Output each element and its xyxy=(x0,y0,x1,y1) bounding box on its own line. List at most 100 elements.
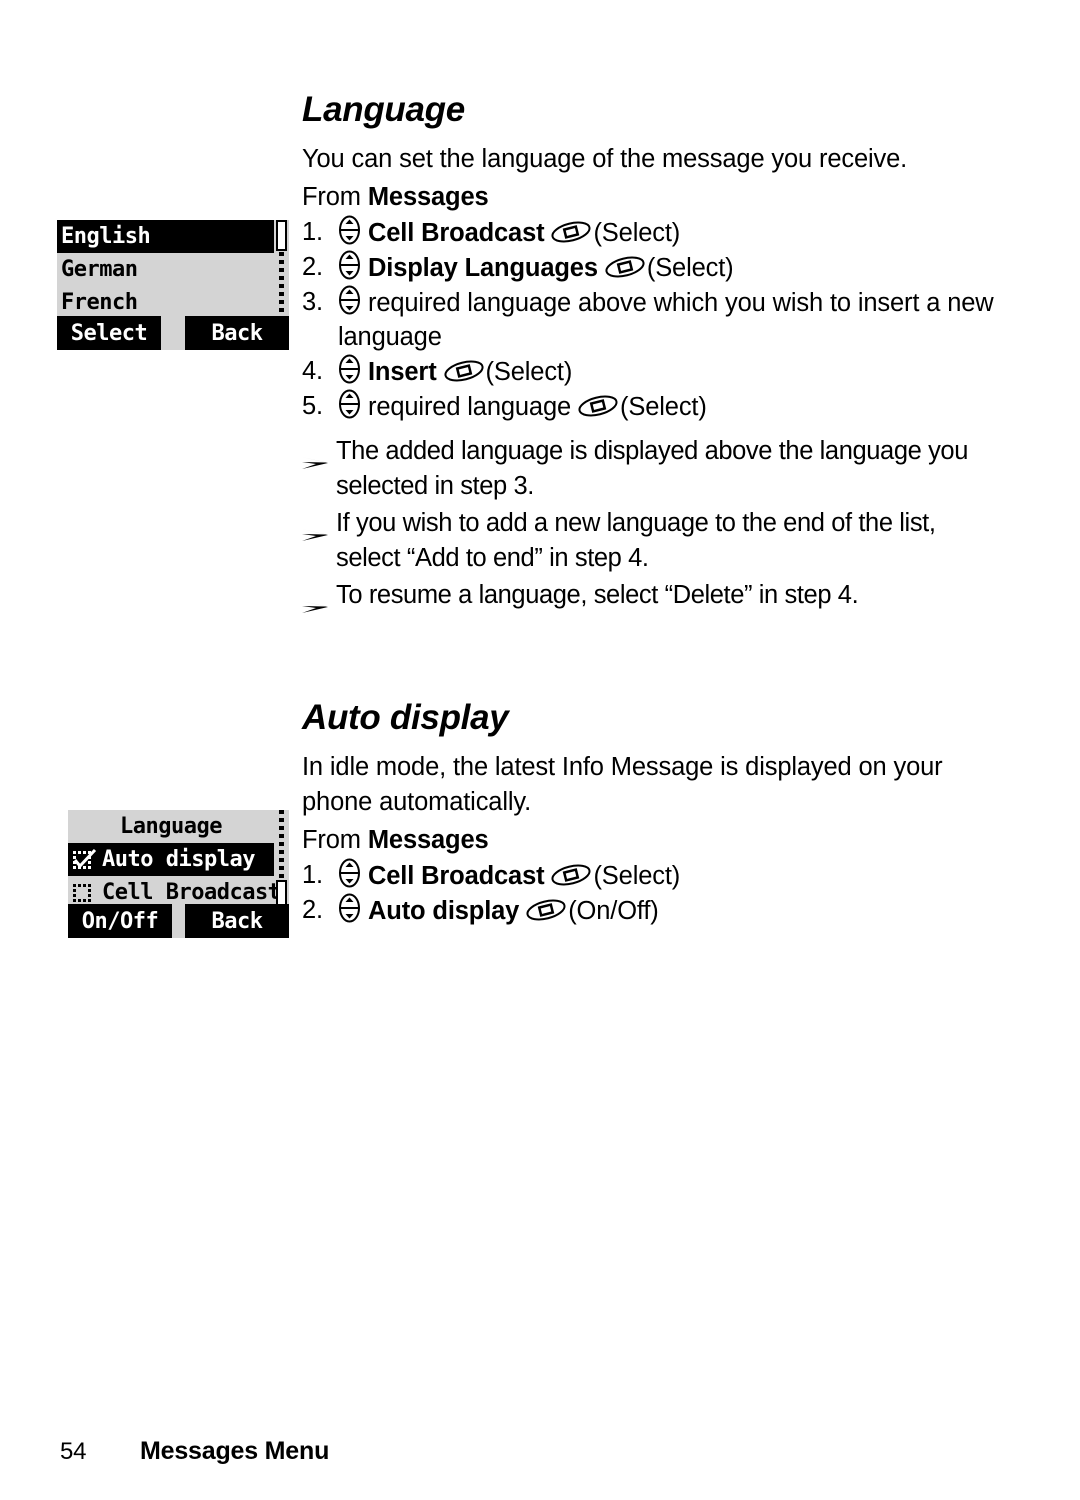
step-text: Cell Broadcast (Select) xyxy=(338,858,1002,893)
screen-row-label: French xyxy=(61,290,138,315)
step-item: 1. Cell Broadcast (Select) xyxy=(302,215,1002,250)
screen-scrollbar[interactable] xyxy=(276,220,287,316)
step-label: Insert xyxy=(368,357,437,386)
screen-row[interactable]: German xyxy=(57,253,274,286)
step-item: 3. required language above which you wis… xyxy=(302,285,1002,354)
note-item: The added language is displayed above th… xyxy=(302,434,1002,504)
soft-key-icon xyxy=(550,862,592,888)
nav-key-updown-icon xyxy=(338,250,361,280)
note-item: To resume a language, select “Delete” in… xyxy=(302,578,1002,624)
step-number: 2. xyxy=(302,895,323,924)
section-intro: In idle mode, the latest Info Message is… xyxy=(302,752,943,816)
screen-row-list: English German French xyxy=(57,220,274,319)
screen-row-label: German xyxy=(61,257,138,282)
screen-row[interactable]: Auto display xyxy=(68,843,274,876)
from-prefix: From xyxy=(302,182,368,211)
arrow-bullet-icon xyxy=(302,506,336,552)
step-action: (Select) xyxy=(646,253,734,282)
from-line: From Messages xyxy=(302,822,1002,858)
step-item: 2. Display Languages (Select) xyxy=(302,250,1002,285)
nav-key-updown-icon xyxy=(338,389,361,419)
softkey-right[interactable]: Back xyxy=(185,316,289,350)
softkey-left[interactable]: Select xyxy=(57,316,161,350)
screen-row-label: Language xyxy=(120,814,222,839)
screen-softkey-bar: Select Back xyxy=(57,316,289,350)
phone-screen-language-list: English German French Select Back xyxy=(57,220,289,350)
note-item: If you wish to add a new language to the… xyxy=(302,506,1002,576)
note-text: The added language is displayed above th… xyxy=(336,436,968,500)
step-number: 3. xyxy=(302,287,323,316)
screen-row-label: English xyxy=(61,224,151,249)
step-text: required language above which you wish t… xyxy=(338,285,1002,354)
from-target: Messages xyxy=(367,182,489,211)
soft-key-icon xyxy=(604,254,646,280)
from-target: Messages xyxy=(367,825,489,854)
soft-key-icon xyxy=(443,358,485,384)
soft-key-icon xyxy=(550,219,592,245)
arrow-bullet-icon xyxy=(302,578,336,624)
step-list: 1. Cell Broadcast (Select) 2. Display Lan… xyxy=(302,215,1002,424)
step-label: required language xyxy=(368,392,572,421)
step-number: 1. xyxy=(302,860,323,889)
step-action: (Select) xyxy=(620,392,707,421)
note-text: If you wish to add a new language to the… xyxy=(336,508,936,572)
arrow-bullet-icon xyxy=(302,434,336,480)
step-action: (Select) xyxy=(593,861,681,890)
screen-row[interactable]: French xyxy=(57,286,274,319)
step-text: Cell Broadcast (Select) xyxy=(338,215,1002,250)
screen-row-list: Language Auto display Cell Broadcast xyxy=(68,810,281,909)
scrollbar-thumb[interactable] xyxy=(276,880,287,906)
note-text: To resume a language, select “Delete” in… xyxy=(336,580,859,609)
step-number: 2. xyxy=(302,252,323,281)
step-label: Cell Broadcast xyxy=(368,861,545,890)
step-action: (On/Off) xyxy=(568,896,659,925)
content-column: Language You can set the language of the… xyxy=(302,90,1002,928)
nav-key-updown-icon xyxy=(338,858,361,888)
softkey-left[interactable]: On/Off xyxy=(68,904,172,938)
manual-page: English German French Select Back Langua… xyxy=(0,0,1080,1500)
step-action: (Select) xyxy=(485,357,573,386)
step-text: Display Languages (Select) xyxy=(338,250,1002,285)
step-number: 1. xyxy=(302,217,323,246)
screen-row-label: Auto display xyxy=(102,847,255,872)
step-label: Display Languages xyxy=(368,253,598,282)
screen-row[interactable]: Language xyxy=(68,810,274,843)
screen-row[interactable]: English xyxy=(57,220,274,253)
page-footer: 54 Messages Menu xyxy=(60,1437,960,1466)
page-title: Auto display xyxy=(302,697,509,737)
step-item: 2. Auto display (On/Off) xyxy=(302,893,1002,928)
softkey-right[interactable]: Back xyxy=(185,904,289,938)
nav-key-updown-icon xyxy=(338,285,361,315)
step-label: Auto display xyxy=(368,896,520,925)
checkbox-unchecked-icon xyxy=(72,882,98,903)
checkbox-checked-icon xyxy=(72,848,98,870)
step-item: 4. Insert (Select) xyxy=(302,354,1002,389)
nav-key-updown-icon xyxy=(338,215,361,245)
step-text: Auto display (On/Off) xyxy=(338,893,1002,928)
step-number: 4. xyxy=(302,356,323,385)
step-action: (Select) xyxy=(593,218,681,247)
from-prefix: From xyxy=(302,825,368,854)
step-item: 1. Cell Broadcast (Select) xyxy=(302,858,1002,893)
screen-row-label: Cell Broadcast xyxy=(102,880,281,905)
scrollbar-thumb[interactable] xyxy=(276,220,287,251)
step-text: required language (Select) xyxy=(338,389,1002,424)
step-label: required language above which you wish t… xyxy=(338,288,994,351)
step-number: 5. xyxy=(302,391,323,420)
nav-key-updown-icon xyxy=(338,354,361,384)
nav-key-updown-icon xyxy=(338,893,361,923)
step-text: Insert (Select) xyxy=(338,354,1002,389)
soft-key-icon xyxy=(577,393,619,419)
section-intro: You can set the language of the message … xyxy=(302,144,908,173)
from-line: From Messages xyxy=(302,179,1002,215)
note-list: The added language is displayed above th… xyxy=(302,434,1002,624)
screen-scrollbar[interactable] xyxy=(276,810,287,906)
soft-key-icon xyxy=(525,897,567,923)
step-item: 5. required language (Select) xyxy=(302,389,1002,424)
screen-softkey-bar: On/Off Back xyxy=(68,904,289,938)
page-title: Language xyxy=(302,90,465,129)
phone-screen-cell-broadcast-menu: Language Auto display Cell Broadcast On/… xyxy=(68,810,289,938)
page-number: 54 xyxy=(60,1438,87,1465)
footer-section-title: Messages Menu xyxy=(140,1437,330,1465)
step-label: Cell Broadcast xyxy=(368,218,545,247)
